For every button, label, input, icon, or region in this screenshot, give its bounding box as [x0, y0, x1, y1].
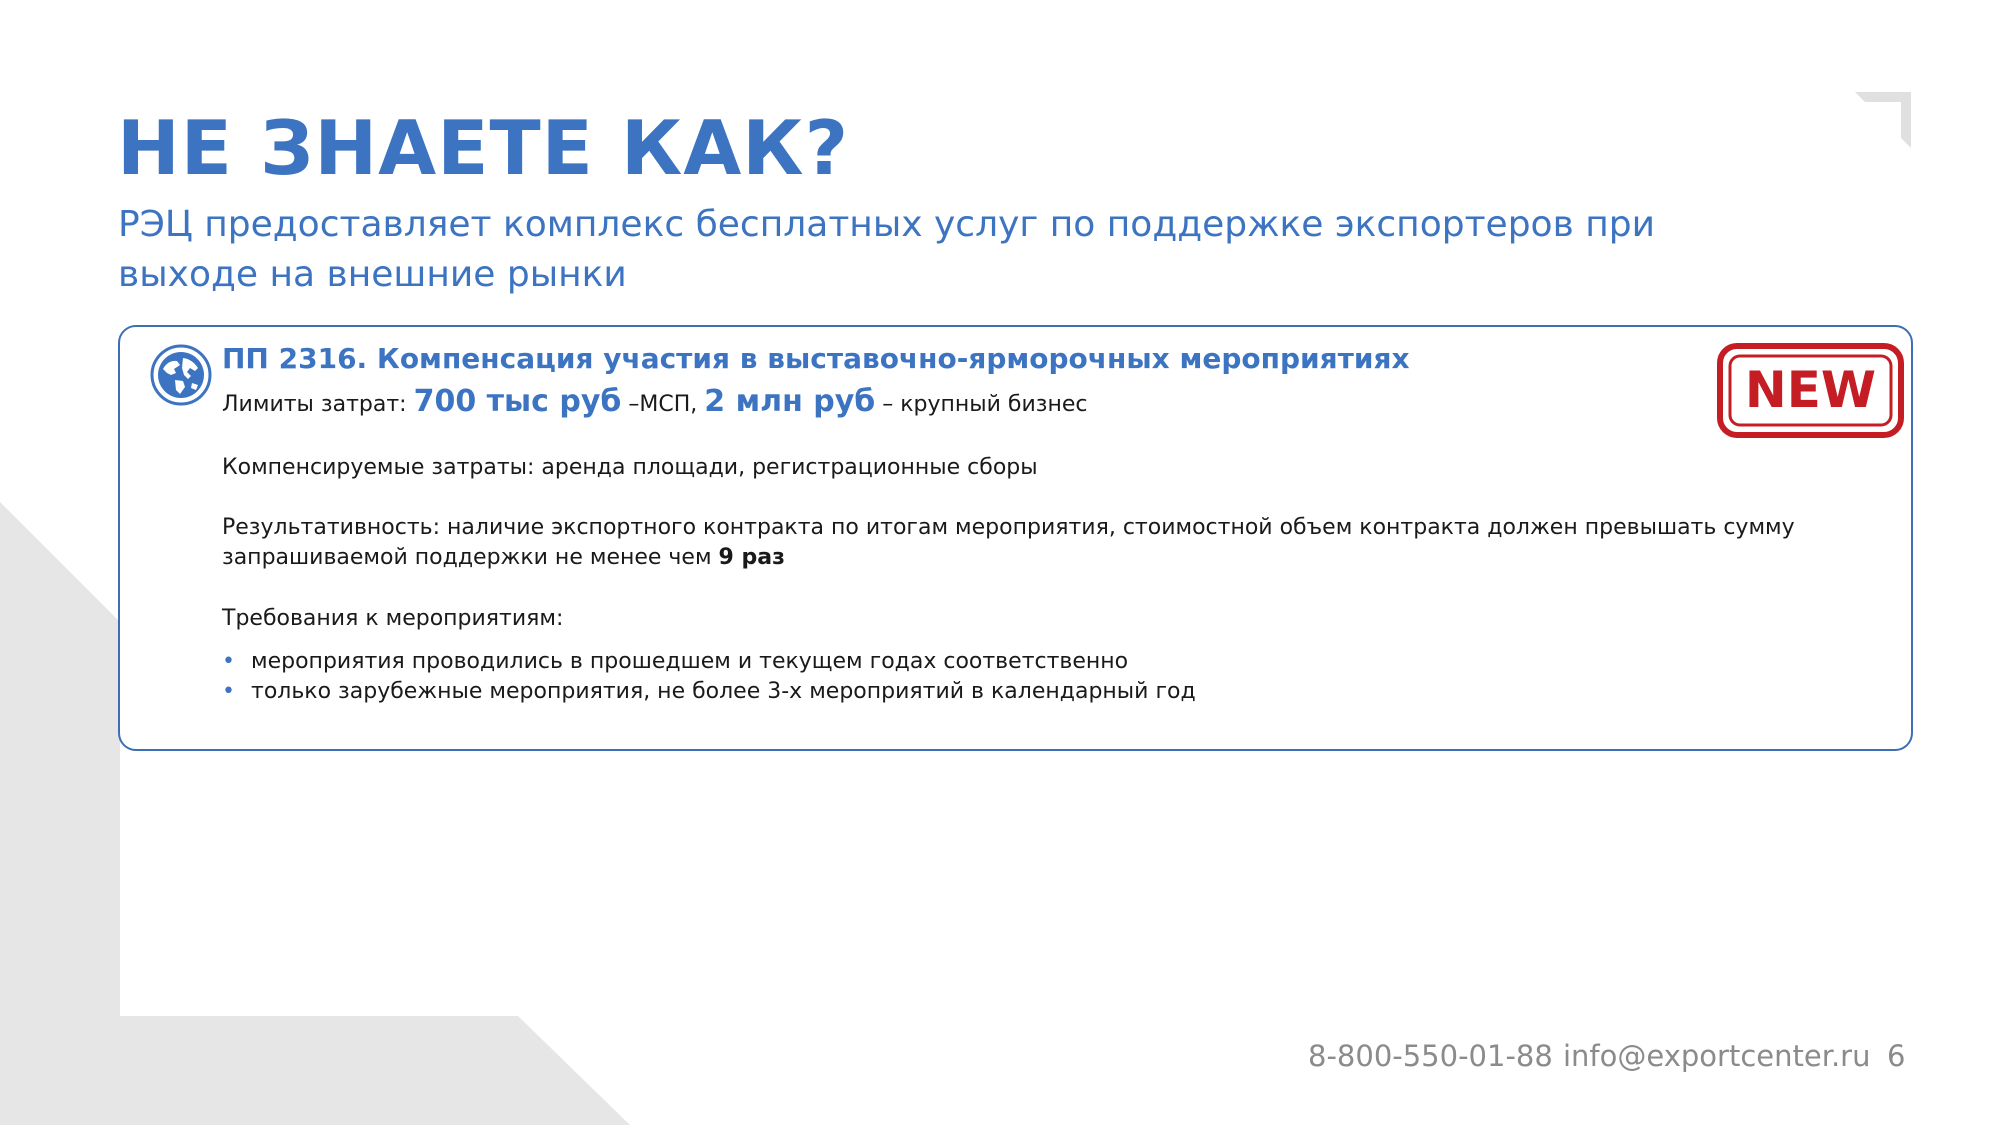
- sme-limit-label: –МСП,: [621, 392, 705, 417]
- new-stamp-icon: NEW: [1717, 343, 1904, 438]
- list-item: • только зарубежные мероприятия, не более…: [222, 677, 1196, 707]
- effectiveness-text: Результативность: наличие экспортного ко…: [222, 513, 1892, 573]
- compensated-costs: Компенсируемые затраты: аренда площади, …: [222, 455, 1038, 480]
- requirements-list: • мероприятия проводились в прошедшем и т…: [222, 647, 1196, 707]
- large-business-limit-label: – крупный бизнес: [875, 392, 1088, 417]
- list-item: • мероприятия проводились в прошедшем и т…: [222, 647, 1196, 677]
- large-business-limit-amount: 2 млн руб: [704, 384, 876, 419]
- requirements-heading: Требования к мероприятиям:: [222, 606, 564, 631]
- effectiveness-body: Результативность: наличие экспортного ко…: [222, 515, 1795, 570]
- stamp-text: NEW: [1745, 361, 1876, 419]
- requirement-text: мероприятия проводились в прошедшем и те…: [251, 649, 1129, 674]
- bullet-icon: •: [222, 649, 235, 674]
- corner-mark: [1855, 92, 1911, 148]
- page-subtitle: РЭЦ предоставляет комплекс бесплатных ус…: [118, 204, 1656, 295]
- page-title: НЕ ЗНАЕТЕ КАК?: [117, 104, 850, 192]
- cost-limits: Лимиты затрат: 700 тыс руб –МСП, 2 млн р…: [222, 382, 1087, 425]
- support-program-card: ПП 2316. Компенсация участия в выставочн…: [118, 325, 1913, 751]
- effectiveness-multiplier: 9 раз: [718, 545, 785, 570]
- footer-phone: 8-800-550-01-88: [1308, 1039, 1553, 1073]
- limits-label: Лимиты затрат:: [222, 392, 414, 417]
- globe-icon: [150, 344, 212, 406]
- page-number: 6: [1887, 1039, 1906, 1073]
- bullet-icon: •: [222, 679, 235, 704]
- footer-email: info@exportcenter.ru: [1563, 1039, 1871, 1073]
- sme-limit-amount: 700 тыс руб: [413, 384, 622, 419]
- card-title: ПП 2316. Компенсация участия в выставочн…: [222, 342, 1410, 375]
- requirement-text: только зарубежные мероприятия, не более …: [251, 679, 1196, 704]
